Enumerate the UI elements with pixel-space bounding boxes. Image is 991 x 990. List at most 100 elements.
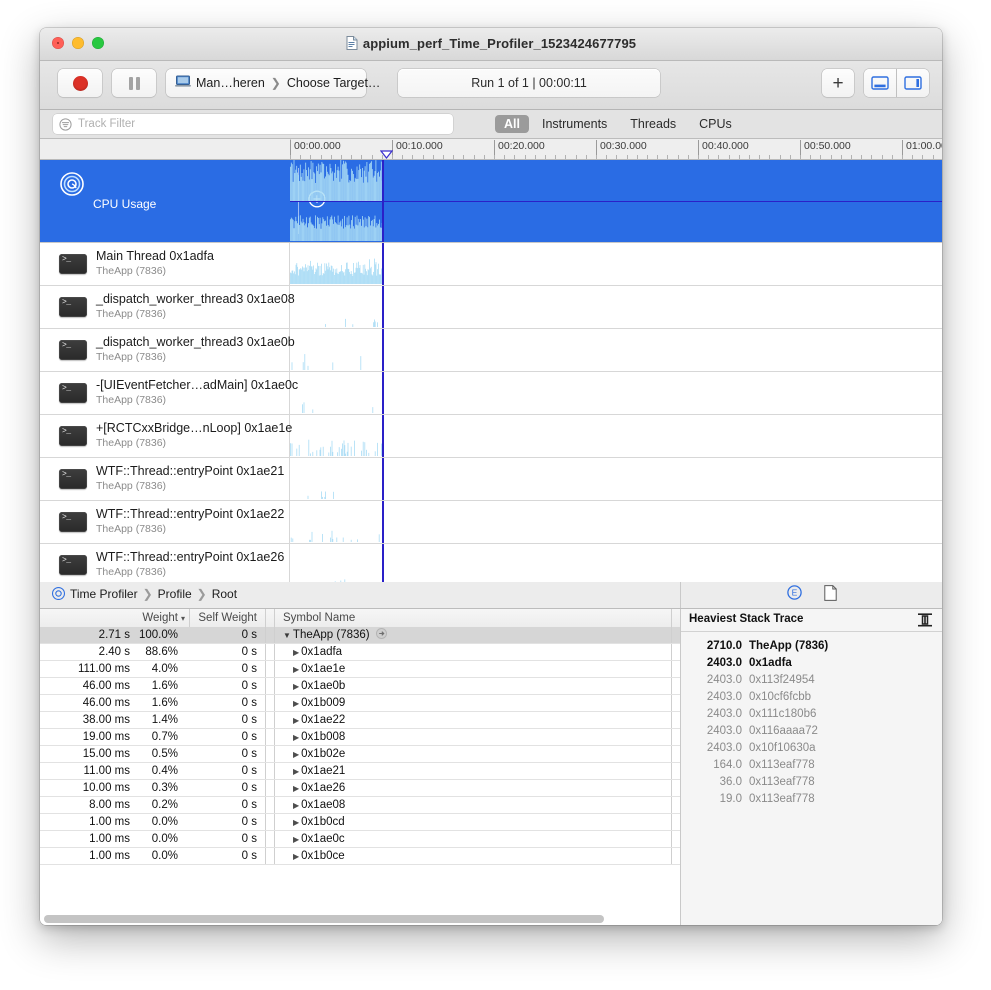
- playhead-handle-icon[interactable]: [380, 150, 393, 159]
- horizontal-scrollbar[interactable]: [44, 915, 604, 923]
- table-row[interactable]: 46.00 ms 1.6% 0 s ▶ 0x1ae0b: [40, 678, 680, 695]
- cell-weight: 111.00 ms 4.0%: [40, 663, 190, 675]
- column-header-symbol-name[interactable]: Symbol Name: [274, 609, 671, 627]
- tab-all[interactable]: All: [495, 115, 529, 133]
- tab-cpus[interactable]: CPUs: [689, 115, 742, 133]
- tab-threads[interactable]: Threads: [620, 115, 686, 133]
- add-instrument-button[interactable]: +: [822, 69, 854, 97]
- table-row[interactable]: 111.00 ms 4.0% 0 s ▶ 0x1ae1e: [40, 661, 680, 678]
- focus-arrow-icon[interactable]: [375, 628, 387, 642]
- disclosure-triangle-icon[interactable]: ▶: [293, 682, 299, 691]
- disclosure-triangle-icon[interactable]: ▶: [293, 801, 299, 810]
- table-row[interactable]: 19.00 ms 0.7% 0 s ▶ 0x1b008: [40, 729, 680, 746]
- tab-instruments[interactable]: Instruments: [532, 115, 617, 133]
- disclosure-triangle-icon[interactable]: ▶: [293, 733, 299, 742]
- table-row[interactable]: 38.00 ms 1.4% 0 s ▶ 0x1ae22: [40, 712, 680, 729]
- stack-trace-count: 2403.0: [706, 656, 742, 669]
- stack-trace-row[interactable]: 2403.0 0x111c180b6: [681, 705, 942, 722]
- run-status-display[interactable]: Run 1 of 1 | 00:00:11: [398, 69, 660, 97]
- track-graph-cpu-usage[interactable]: [290, 160, 942, 242]
- table-row[interactable]: 2.40 s 88.6% 0 s ▶ 0x1adfa: [40, 644, 680, 661]
- table-row[interactable]: 1.00 ms 0.0% 0 s ▶ 0x1b0cd: [40, 814, 680, 831]
- disclosure-triangle-icon[interactable]: ▶: [293, 767, 299, 776]
- track-header-thread-7[interactable]: WTF::Thread::entryPoint 0x1ae22 TheApp (…: [40, 501, 290, 543]
- disclosure-triangle-icon[interactable]: ▶: [293, 716, 299, 725]
- stack-align-icon[interactable]: [917, 612, 933, 633]
- track-thread-3[interactable]: _dispatch_worker_thread3 0x1ae0b TheApp …: [40, 329, 942, 372]
- track-graph-thread-2[interactable]: [290, 286, 942, 328]
- table-row[interactable]: 1.00 ms 0.0% 0 s ▶ 0x1ae0c: [40, 831, 680, 848]
- disclosure-triangle-icon[interactable]: ▼: [283, 631, 291, 640]
- stack-trace-row[interactable]: 2403.0 0x10cf6fcbb: [681, 688, 942, 705]
- disclosure-triangle-icon[interactable]: ▶: [293, 648, 299, 657]
- table-row[interactable]: 11.00 ms 0.4% 0 s ▶ 0x1ae21: [40, 763, 680, 780]
- column-header-weight[interactable]: Weight ▾: [40, 609, 190, 627]
- track-header-thread-8[interactable]: WTF::Thread::entryPoint 0x1ae26 TheApp (…: [40, 544, 290, 582]
- track-header-cpu-usage[interactable]: CPU Usage: [40, 160, 326, 242]
- track-thread-2[interactable]: _dispatch_worker_thread3 0x1ae08 TheApp …: [40, 286, 942, 329]
- table-row[interactable]: 10.00 ms 0.3% 0 s ▶ 0x1ae26: [40, 780, 680, 797]
- record-button[interactable]: [58, 69, 102, 97]
- track-graph-thread-1[interactable]: [290, 243, 942, 285]
- track-graph-thread-7[interactable]: [290, 501, 942, 543]
- track-graph-thread-8[interactable]: [290, 544, 942, 582]
- table-row[interactable]: 46.00 ms 1.6% 0 s ▶ 0x1b009: [40, 695, 680, 712]
- track-thread-1[interactable]: Main Thread 0x1adfa TheApp (7836): [40, 243, 942, 286]
- track-filter-field[interactable]: Track Filter: [53, 114, 453, 134]
- stack-trace-row[interactable]: 2403.0 0x10f10630a: [681, 739, 942, 756]
- stack-trace-row[interactable]: 19.0 0x113eaf778: [681, 790, 942, 807]
- timeline-ruler[interactable]: 00:00.000 00:10.000 00:20.000 00:30.000 …: [40, 139, 942, 160]
- main-toolbar: Man…heren ❯ Choose Target… Run 1 of 1 | …: [40, 61, 942, 110]
- disclosure-triangle-icon[interactable]: ▶: [293, 784, 299, 793]
- table-row[interactable]: 1.00 ms 0.0% 0 s ▶ 0x1b0ce: [40, 848, 680, 865]
- call-tree-table[interactable]: Weight ▾ Self Weight Symbol Name 2.71 s 1…: [40, 609, 681, 925]
- cell-symbol-name: ▶ 0x1ae26: [274, 780, 671, 796]
- disclosure-triangle-icon[interactable]: ▶: [293, 750, 299, 759]
- detail-body: Weight ▾ Self Weight Symbol Name 2.71 s 1…: [40, 609, 942, 925]
- breadcrumb-item-0[interactable]: Time Profiler: [70, 587, 138, 601]
- track-graph-thread-6[interactable]: [290, 458, 942, 500]
- ruler-gutter: [40, 139, 291, 159]
- track-header-thread-4[interactable]: -[UIEventFetcher…adMain] 0x1ae0c TheApp …: [40, 372, 298, 414]
- track-thread-4[interactable]: -[UIEventFetcher…adMain] 0x1ae0c TheApp …: [40, 372, 942, 415]
- breadcrumb-item-2[interactable]: Root: [212, 587, 237, 601]
- table-row[interactable]: 8.00 ms 0.2% 0 s ▶ 0x1ae08: [40, 797, 680, 814]
- track-graph-thread-4[interactable]: [290, 372, 942, 414]
- track-cpu-usage[interactable]: CPU Usage: [40, 160, 942, 243]
- disclosure-triangle-icon[interactable]: ▶: [293, 818, 299, 827]
- cell-weight: 2.40 s 88.6%: [40, 646, 190, 658]
- track-thread-5[interactable]: +[RCTCxxBridge…nLoop] 0x1ae1e TheApp (78…: [40, 415, 942, 458]
- track-thread-7[interactable]: WTF::Thread::entryPoint 0x1ae22 TheApp (…: [40, 501, 942, 544]
- table-row[interactable]: 2.71 s 100.0% 0 s ▼ TheApp (7836): [40, 627, 680, 644]
- track-header-thread-3[interactable]: _dispatch_worker_thread3 0x1ae0b TheApp …: [40, 329, 295, 371]
- column-header-self-weight[interactable]: Self Weight: [190, 609, 265, 627]
- stack-trace-row[interactable]: 36.0 0x113eaf778: [681, 773, 942, 790]
- toggle-right-panel-button[interactable]: [896, 69, 929, 97]
- extended-detail-icon[interactable]: E: [786, 585, 802, 605]
- pause-button[interactable]: [112, 69, 156, 97]
- track-header-thread-5[interactable]: +[RCTCxxBridge…nLoop] 0x1ae1e TheApp (78…: [40, 415, 292, 457]
- track-thread-8[interactable]: WTF::Thread::entryPoint 0x1ae26 TheApp (…: [40, 544, 942, 582]
- cell-symbol-name: ▶ 0x1b02e: [274, 746, 671, 762]
- disclosure-triangle-icon[interactable]: ▶: [293, 665, 299, 674]
- stack-trace-row[interactable]: 2710.0 TheApp (7836): [681, 637, 942, 654]
- track-header-thread-6[interactable]: WTF::Thread::entryPoint 0x1ae21 TheApp (…: [40, 458, 290, 500]
- table-row[interactable]: 15.00 ms 0.5% 0 s ▶ 0x1b02e: [40, 746, 680, 763]
- stack-trace-row[interactable]: 2403.0 0x116aaaa72: [681, 722, 942, 739]
- stack-trace-row[interactable]: 164.0 0x113eaf778: [681, 756, 942, 773]
- disclosure-triangle-icon[interactable]: ▶: [293, 699, 299, 708]
- stack-trace-row[interactable]: 2403.0 0x113f24954: [681, 671, 942, 688]
- track-graph-thread-5[interactable]: [290, 415, 942, 457]
- disclosure-triangle-icon[interactable]: ▶: [293, 852, 299, 861]
- track-header-thread-1[interactable]: Main Thread 0x1adfa TheApp (7836): [40, 243, 290, 285]
- track-graph-thread-3[interactable]: [290, 329, 942, 371]
- breadcrumb-item-1[interactable]: Profile: [158, 587, 192, 601]
- disclosure-triangle-icon[interactable]: ▶: [293, 835, 299, 844]
- document-detail-icon[interactable]: [823, 584, 837, 606]
- record-icon: [72, 75, 88, 91]
- track-header-thread-2[interactable]: _dispatch_worker_thread3 0x1ae08 TheApp …: [40, 286, 295, 328]
- choose-target-button[interactable]: Man…heren ❯ Choose Target…: [166, 69, 380, 97]
- stack-trace-row[interactable]: 2403.0 0x1adfa: [681, 654, 942, 671]
- toggle-bottom-panel-button[interactable]: [864, 69, 896, 97]
- track-thread-6[interactable]: WTF::Thread::entryPoint 0x1ae21 TheApp (…: [40, 458, 942, 501]
